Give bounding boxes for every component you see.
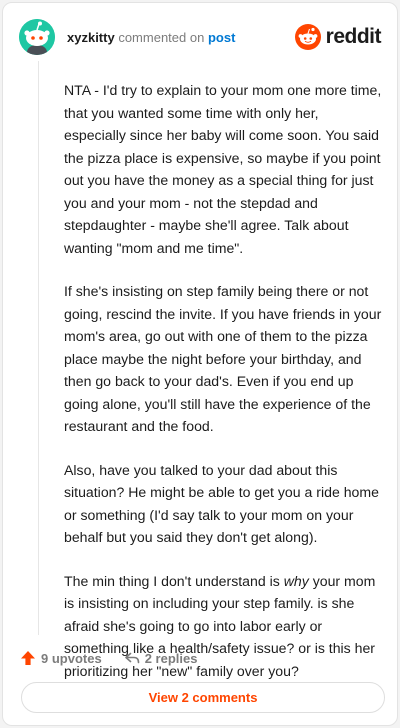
post-link[interactable]: post [208,30,235,45]
replies-count: 2 replies [144,650,198,666]
replies-button[interactable]: 2 replies [124,650,198,666]
reply-arrow-icon [124,652,139,664]
action-text: commented on [118,29,205,45]
comment-body: NTA - I'd try to explain to your mom one… [64,79,382,703]
comment-paragraph: Also, have you talked to your dad about … [64,461,379,546]
view-comments-button[interactable]: View 2 comments [21,682,385,713]
comment-card: xyzkitty commented on post reddit NTA - … [2,2,398,726]
comment-paragraph: NTA - I'd try to explain to your mom one… [64,82,382,256]
upvote-count: 9 upvotes [41,650,102,666]
thread-line[interactable] [38,61,39,635]
comment-meta: xyzkitty commented on post [67,30,235,45]
brand-wordmark: reddit [325,25,382,48]
emphasis-text: why [283,572,309,589]
comment-actions: 9 upvotes 2 replies [20,647,381,669]
comment-paragraph: If she's insisting on step family being … [64,283,382,434]
reddit-alien-icon [294,24,321,50]
snoo-avatar-icon [19,19,55,55]
user-avatar[interactable] [19,19,55,55]
comment-header: xyzkitty commented on post reddit [19,17,382,57]
username-link[interactable]: xyzkitty [67,30,115,45]
upvote-button[interactable]: 9 upvotes [20,650,102,666]
upvote-arrow-icon [21,651,35,665]
paragraph-text: The min thing I don't understand is [64,572,284,589]
reddit-logo[interactable]: reddit [294,24,382,50]
